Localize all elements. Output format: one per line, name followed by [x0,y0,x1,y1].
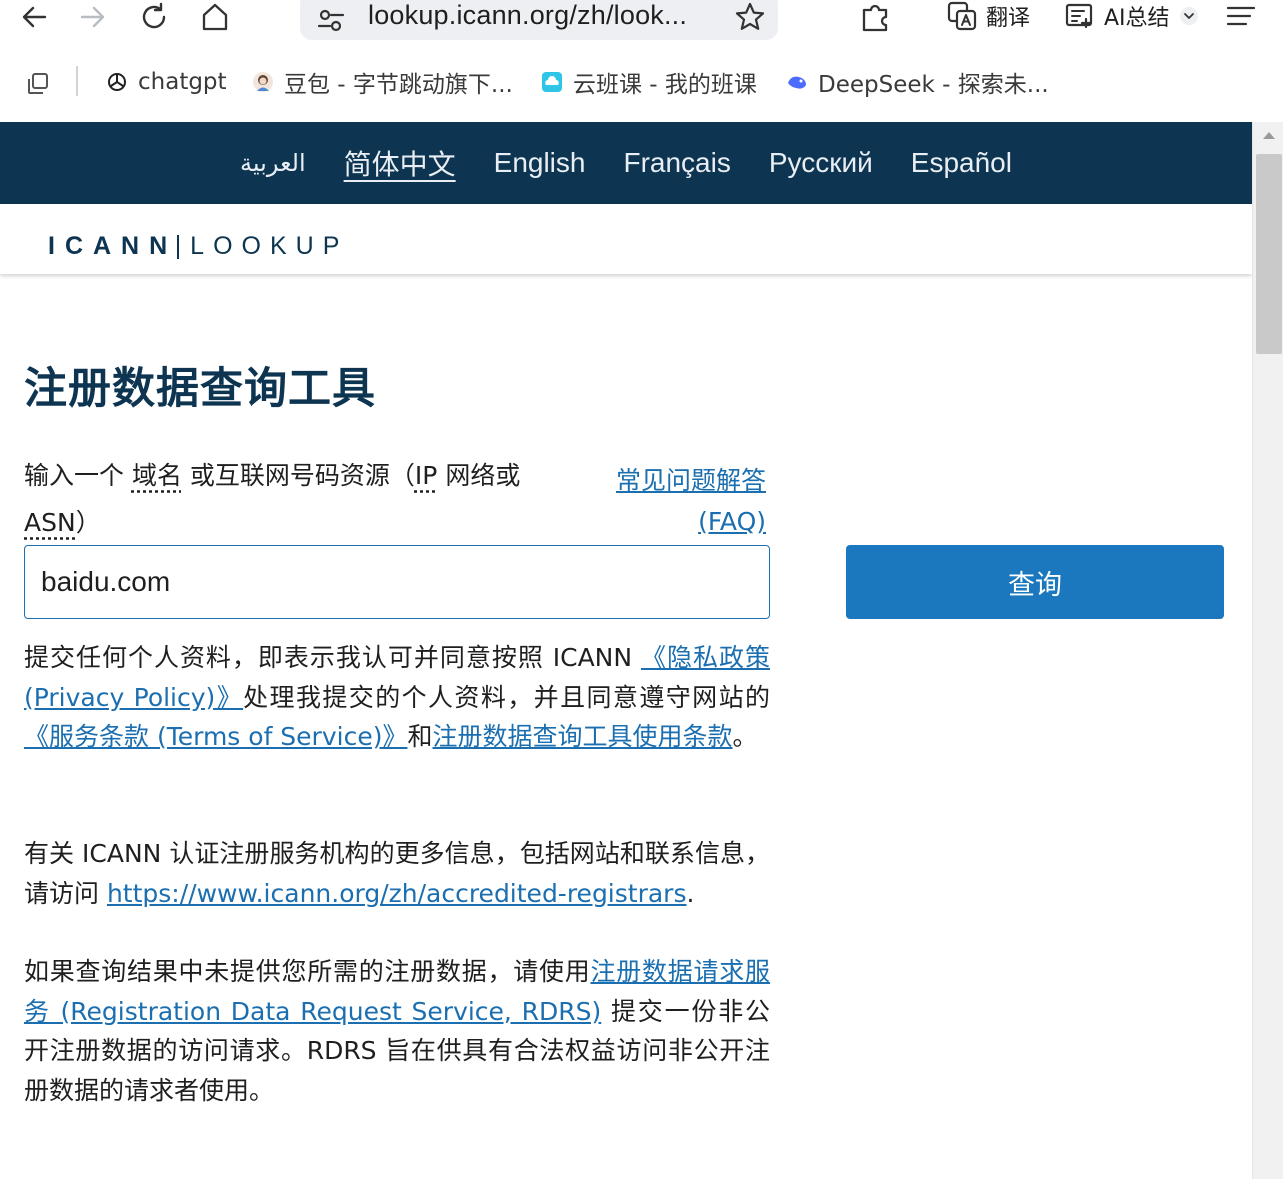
bookmark-label: DeepSeek - 探索未... [818,72,1049,98]
lang-arabic[interactable]: العربية [240,149,306,177]
bookmarks-bar: chatgpt 豆包 - 字节跳动旗下... 云班课 - 我的班课 DeepSe… [0,62,1283,104]
bookmark-deepseek[interactable]: DeepSeek - 探索未... [786,66,1049,98]
domain-term[interactable]: 域名 [132,461,182,490]
bookmark-doubao[interactable]: 豆包 - 字节跳动旗下... [252,66,513,98]
translate-label: 翻译 [986,6,1031,31]
site-settings-icon [317,9,345,32]
notice-text: 提交任何个人资料，即表示我认可并同意按照 ICANN [24,643,642,672]
search-prompt: 输入一个 域名 或互联网号码资源（IP 网络或 ASN） [24,452,584,546]
translate-icon [947,1,977,31]
back-arrow-icon [22,6,47,28]
translate-button[interactable]: 翻译 [946,0,1030,34]
deepseek-icon [788,76,806,89]
address-bar[interactable]: lookup.icann.org/zh/look... [300,0,778,40]
browser-toolbar: lookup.icann.org/zh/look... 翻译 AI总结 [0,0,1283,42]
logo-divider [177,234,180,259]
bookmark-chatgpt[interactable]: chatgpt [106,66,227,98]
rdrs-info: 如果查询结果中未提供您所需的注册数据，请使用注册数据请求服务 (Registra… [24,952,770,1110]
bookmark-star-icon[interactable] [734,1,766,33]
forward-button[interactable] [73,0,113,34]
info-text: . [686,878,695,908]
ai-summary-label: AI总结 [1104,6,1170,31]
back-button[interactable] [14,0,54,34]
tab-groups-icon[interactable] [26,72,50,96]
prompt-text: 或互联网号码资源（ [181,461,415,490]
lookup-terms-link[interactable]: 注册数据查询工具使用条款 [432,722,732,751]
doubao-icon [253,72,273,92]
site-header: ICANN LOOKUP [0,204,1252,274]
bookmark-label: 云班课 - 我的班课 [573,72,757,98]
extensions-icon[interactable] [858,0,894,34]
bookmarks-divider [76,66,78,96]
cloud-class-icon [542,72,562,92]
asn-term[interactable]: ASN [24,508,76,537]
lang-simplified-chinese[interactable]: 简体中文 [344,143,456,183]
notice-text: 。 [732,722,758,751]
faq-line-1: 常见问题解答 [615,466,766,495]
menu-icon[interactable] [1226,4,1256,28]
accredited-registrars-link[interactable]: https://www.icann.org/zh/accredited-regi… [107,879,687,908]
page-scrollbar[interactable] [1252,122,1283,1179]
bookmark-label: chatgpt [138,69,227,95]
registrars-info: 有关 ICANN 认证注册服务机构的更多信息，包括网站和联系信息，请访问 htt… [24,834,770,913]
home-button[interactable] [195,0,235,34]
icann-lookup-logo[interactable]: ICANN LOOKUP [48,232,348,261]
ip-term[interactable]: IP [415,461,437,490]
scrollbar-thumb[interactable] [1256,154,1282,354]
logo-lookup-text: LOOKUP [190,232,349,260]
notice-text: 处理我提交的个人资料，并且同意遵守网站的 [243,682,770,712]
lookup-button[interactable]: 查询 [846,545,1224,619]
forward-arrow-icon [80,6,105,28]
reload-icon [142,2,166,29]
faq-link[interactable]: 常见问题解答 (FAQ) [590,460,766,542]
bookmark-cloud-class[interactable]: 云班课 - 我的班课 [541,66,757,98]
info-text: 如果查询结果中未提供您所需的注册数据，请使用 [24,957,591,986]
openai-icon [108,73,126,91]
triangle-up-icon [1262,132,1275,139]
prompt-text: 输入一个 [24,461,132,490]
notice-text: 和 [407,722,433,751]
bookmark-label: 豆包 - 字节跳动旗下... [284,72,513,98]
lang-russian[interactable]: Русский [769,147,873,179]
language-bar: العربية 简体中文 English Français Русский Es… [0,122,1252,204]
page-title: 注册数据查询工具 [24,364,376,414]
chevron-down-icon[interactable] [1179,7,1198,25]
page-viewport: العربية 简体中文 English Français Русский Es… [0,122,1252,1179]
logo-icann-text: ICANN [48,232,178,260]
ai-summary-icon [1065,3,1093,29]
url-text[interactable]: lookup.icann.org/zh/look... [368,0,687,31]
lang-spanish[interactable]: Español [911,147,1012,179]
prompt-text: 网络或 [437,461,521,490]
scroll-up-button[interactable] [1253,130,1283,150]
privacy-notice: 提交任何个人资料，即表示我认可并同意按照 ICANN 《隐私政策 (Privac… [24,638,770,757]
ai-summary-button[interactable]: AI总结 [1064,0,1198,34]
prompt-text: ） [75,508,101,537]
home-icon [202,3,228,31]
faq-line-2: (FAQ) [698,507,766,536]
search-input[interactable] [24,545,770,619]
terms-of-service-link[interactable]: 《服务条款 (Terms of Service)》 [24,722,407,751]
lang-english[interactable]: English [494,147,586,179]
lang-french[interactable]: Français [623,147,730,179]
reload-button[interactable] [134,0,174,34]
